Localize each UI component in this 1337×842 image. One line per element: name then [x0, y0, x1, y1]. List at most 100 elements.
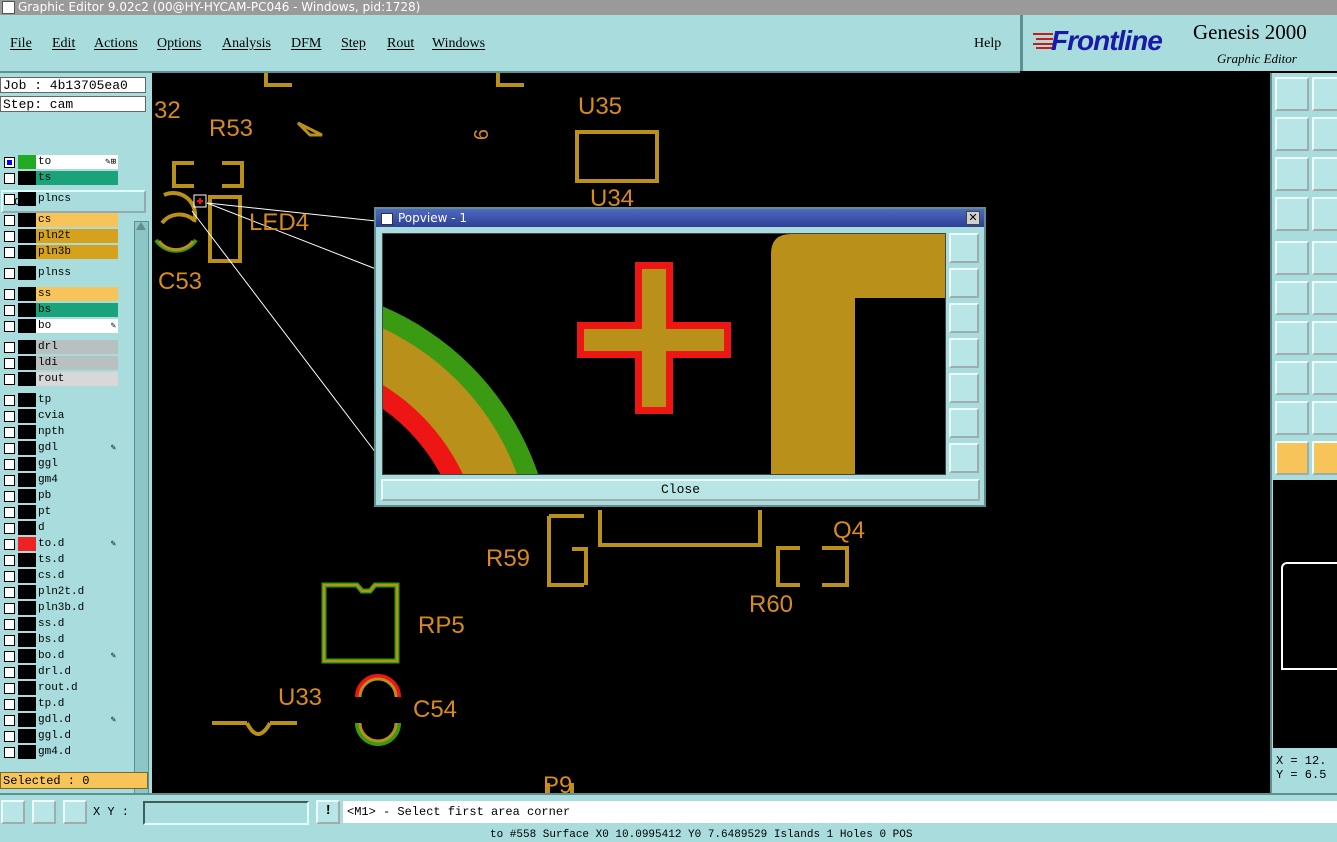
layer-row[interactable]: ldi — [2, 356, 118, 370]
layer-name[interactable]: d — [36, 521, 118, 535]
layer-checkbox[interactable] — [4, 215, 15, 226]
layer-row[interactable]: cs.d — [2, 569, 118, 583]
layer-checkbox[interactable] — [4, 342, 15, 353]
layer-color-swatch[interactable] — [18, 553, 36, 567]
layer-name[interactable]: ggl — [36, 457, 118, 471]
layer-color-swatch[interactable] — [18, 537, 36, 551]
layer-checkbox[interactable] — [4, 699, 15, 710]
layer-color-swatch[interactable] — [18, 425, 36, 439]
layer-name[interactable]: tp.d — [36, 697, 118, 711]
layer-checkbox[interactable] — [4, 443, 15, 454]
menu-edit[interactable]: Edit — [52, 36, 75, 52]
layer-color-swatch[interactable] — [18, 171, 36, 185]
layer-color-swatch[interactable] — [18, 393, 36, 407]
layer-color-swatch[interactable] — [18, 266, 36, 280]
layer-name[interactable]: ts — [36, 171, 118, 185]
layer-row[interactable]: rout.d — [2, 681, 118, 695]
layer-row[interactable]: gdl.d ✎ — [2, 713, 118, 727]
layer-color-swatch[interactable] — [18, 441, 36, 455]
alert-icon[interactable]: ! — [316, 800, 340, 824]
snap-center-icon[interactable] — [63, 800, 87, 824]
select-area-icon[interactable] — [1312, 441, 1337, 475]
layer-color-swatch[interactable] — [18, 697, 36, 711]
layer-checkbox[interactable] — [4, 247, 15, 258]
polygon-tool-icon[interactable] — [1275, 401, 1309, 435]
layer-name[interactable]: ts.d — [36, 553, 118, 567]
layer-name[interactable]: ss.d — [36, 617, 118, 631]
layer-name[interactable]: drl.d — [36, 665, 118, 679]
layer-name[interactable]: bs.d — [36, 633, 118, 647]
zoom-area-icon[interactable] — [1312, 157, 1337, 191]
layer-color-swatch[interactable] — [18, 192, 36, 206]
snap-icon[interactable] — [1312, 197, 1337, 231]
zoom-home-icon[interactable] — [1312, 77, 1337, 111]
layer-color-swatch[interactable] — [18, 372, 36, 386]
layer-checkbox[interactable] — [4, 157, 15, 168]
layer-name[interactable]: bo — [36, 319, 118, 333]
layer-name[interactable]: bo.d — [36, 649, 118, 663]
layer-name[interactable]: drl — [36, 340, 118, 354]
layer-row[interactable]: plncs — [2, 192, 118, 206]
layer-row[interactable]: pln2t — [2, 229, 118, 243]
layer-row[interactable]: pln3b.d — [2, 601, 118, 615]
layer-row[interactable]: ss — [2, 287, 118, 301]
layer-name[interactable]: rout.d — [36, 681, 118, 695]
layer-row[interactable]: ggl — [2, 457, 118, 471]
layer-name[interactable]: npth — [36, 425, 118, 439]
layer-color-swatch[interactable] — [18, 155, 36, 169]
xy-input[interactable] — [143, 801, 309, 825]
layer-name[interactable]: gdl.d — [36, 713, 118, 727]
layer-name[interactable]: pb — [36, 489, 118, 503]
layer-color-swatch[interactable] — [18, 569, 36, 583]
pan-left-icon[interactable] — [1275, 117, 1309, 151]
popview-close-icon[interactable]: ✕ — [966, 211, 980, 225]
layer-color-swatch[interactable] — [18, 521, 36, 535]
layer-name[interactable]: gm4.d — [36, 745, 118, 759]
layer-color-swatch[interactable] — [18, 585, 36, 599]
feature-info-icon[interactable] — [1275, 241, 1309, 275]
layer-row[interactable]: bo.d ✎ — [2, 649, 118, 663]
layer-row[interactable]: pt — [2, 505, 118, 519]
layer-color-swatch[interactable] — [18, 457, 36, 471]
layer-row[interactable]: ts.d — [2, 553, 118, 567]
layer-row[interactable]: bs — [2, 303, 118, 317]
layer-name[interactable]: cs.d — [36, 569, 118, 583]
snap-angle-icon[interactable] — [32, 800, 56, 824]
layer-color-swatch[interactable] — [18, 601, 36, 615]
layer-checkbox[interactable] — [4, 651, 15, 662]
menu-dfm[interactable]: DFM — [291, 36, 321, 52]
layer-color-swatch[interactable] — [18, 633, 36, 647]
layer-row[interactable]: to ✎⊞ — [2, 155, 118, 169]
layer-checkbox[interactable] — [4, 731, 15, 742]
layer-row[interactable]: pln3b — [2, 245, 118, 259]
layer-name[interactable]: pln3b.d — [36, 601, 118, 615]
layer-row[interactable]: npth — [2, 425, 118, 439]
layer-row[interactable]: bo ✎ — [2, 319, 118, 333]
layer-row[interactable]: d — [2, 521, 118, 535]
menu-windows[interactable]: Windows — [432, 36, 485, 52]
layer-row[interactable]: pb — [2, 489, 118, 503]
layer-name[interactable]: ss — [36, 287, 118, 301]
net-select-icon[interactable] — [1275, 281, 1309, 315]
layer-checkbox[interactable] — [4, 747, 15, 758]
layer-checkbox[interactable] — [4, 374, 15, 385]
menu-options[interactable]: Options — [157, 36, 201, 52]
layer-checkbox[interactable] — [4, 194, 15, 205]
layer-name[interactable]: ldi — [36, 356, 118, 370]
layer-row[interactable]: cs — [2, 213, 118, 227]
layer-color-swatch[interactable] — [18, 729, 36, 743]
popview-zoom-window-icon[interactable] — [949, 233, 979, 263]
layer-row[interactable]: gm4.d — [2, 745, 118, 759]
layer-row[interactable]: rout — [2, 372, 118, 386]
popview-pan-right-icon[interactable] — [949, 373, 979, 403]
layer-color-swatch[interactable] — [18, 229, 36, 243]
layer-name[interactable]: bs — [36, 303, 118, 317]
layer-checkbox[interactable] — [4, 321, 15, 332]
layer-row[interactable]: pln2t.d — [2, 585, 118, 599]
line-tool-icon[interactable] — [1312, 241, 1337, 275]
layer-color-swatch[interactable] — [18, 745, 36, 759]
layer-color-swatch[interactable] — [18, 409, 36, 423]
layer-checkbox[interactable] — [4, 523, 15, 534]
layer-checkbox[interactable] — [4, 507, 15, 518]
menu-actions[interactable]: Actions — [94, 36, 138, 52]
